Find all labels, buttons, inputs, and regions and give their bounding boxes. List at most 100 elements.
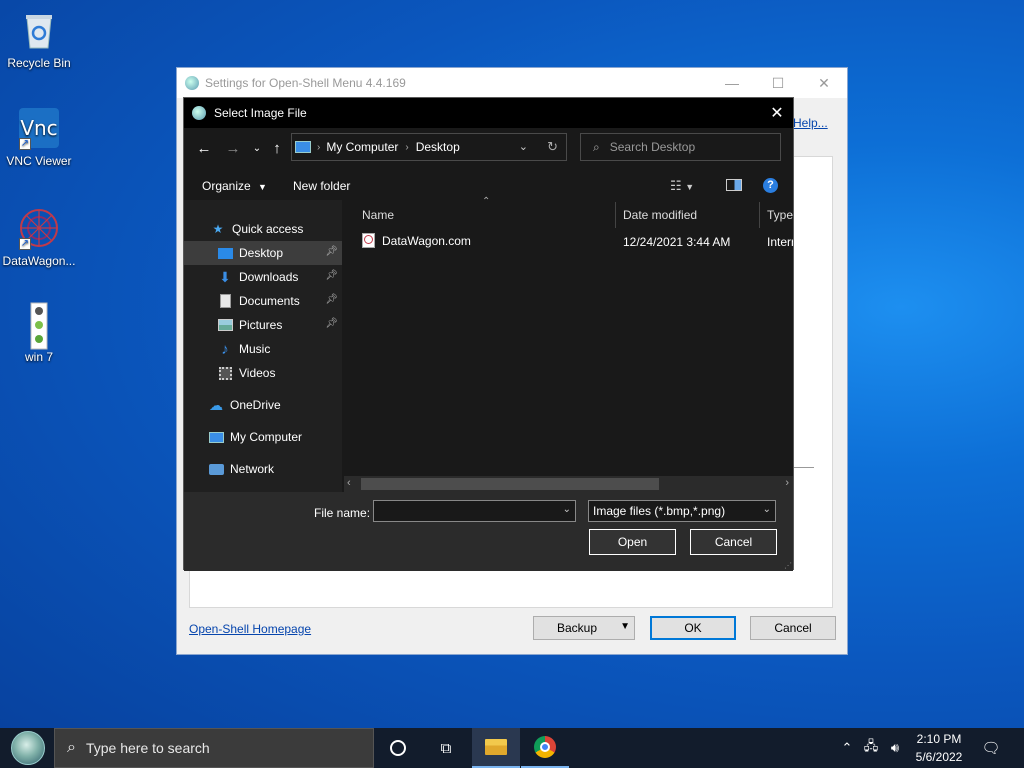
breadcrumb-desktop[interactable]: Desktop (416, 140, 460, 154)
clock-time: 2:10 PM (916, 732, 962, 746)
download-arrow-icon: ⬇ (219, 268, 231, 285)
help-link[interactable]: Help... (793, 116, 828, 130)
file-row[interactable]: DataWagon.com 12/24/2021 3:44 AM Interr (344, 230, 793, 252)
close-button[interactable]: ✕ (801, 68, 847, 98)
desktop-icon-recycle-bin[interactable]: Recycle Bin (1, 8, 77, 70)
search-icon: ⌕ (593, 139, 600, 154)
nav-item-documents[interactable]: Documents 📌︎ (184, 289, 342, 313)
resize-grip-icon[interactable]: ⋰ (784, 561, 792, 570)
nav-label: Videos (239, 366, 276, 380)
chrome-icon[interactable] (521, 728, 569, 768)
scroll-right-icon[interactable]: › (785, 477, 789, 489)
cortana-icon[interactable] (374, 728, 422, 768)
music-note-icon: ♪ (221, 340, 229, 358)
settings-titlebar[interactable]: Settings for Open-Shell Menu 4.4.169 — ☐… (177, 68, 847, 98)
search-box[interactable]: ⌕ Search Desktop (580, 133, 781, 161)
shortcut-arrow-icon: ↗ (19, 138, 31, 150)
column-divider[interactable] (759, 202, 760, 228)
nav-network[interactable]: Network (184, 457, 342, 481)
address-bar[interactable]: › My Computer › Desktop ⌄ ↻ (291, 133, 567, 161)
chevron-down-icon: ⌄ (562, 504, 571, 515)
column-header-type[interactable]: Type (767, 208, 793, 222)
minimize-button[interactable]: — (709, 68, 755, 98)
dialog-bottom-panel: File name: ⌄ Image files (*.bmp,*.png) ⌄… (184, 492, 793, 571)
open-shell-icon (192, 106, 206, 120)
ok-button[interactable]: OK (650, 616, 736, 640)
preview-pane-icon[interactable] (726, 179, 742, 191)
vnc-viewer-icon: Vnc ↗ (17, 106, 61, 150)
nav-item-pictures[interactable]: Pictures 📌︎ (184, 313, 342, 337)
pin-icon: 📌︎ (325, 318, 338, 329)
file-list-pane: ⌃ Name Date modified Type DataWagon.com … (344, 196, 793, 492)
dialog-main-area: ★ Quick access Desktop 📌︎ ⬇ Downloads 📌︎… (184, 196, 793, 492)
taskbar-search-box[interactable]: ⌕ Type here to search (54, 728, 374, 768)
star-icon: ★ (212, 222, 224, 236)
file-type-filter-select[interactable]: Image files (*.bmp,*.png) ⌄ (588, 500, 776, 522)
refresh-icon[interactable]: ↻ (547, 139, 558, 155)
back-arrow-icon[interactable]: ← (194, 138, 214, 158)
tray-chevron-up-icon[interactable]: ⌃ (838, 728, 856, 768)
open-shell-homepage-link[interactable]: Open-Shell Homepage (189, 622, 311, 636)
settings-cancel-button-label: Cancel (774, 621, 812, 635)
nav-item-music[interactable]: ♪ Music (184, 337, 342, 361)
help-icon[interactable]: ? (763, 178, 778, 193)
internet-shortcut-icon (362, 233, 375, 248)
backup-button[interactable]: Backup ▼ (533, 616, 635, 640)
taskbar-clock[interactable]: 2:10 PM 5/6/2022 (906, 730, 972, 766)
search-icon: ⌕ (67, 739, 76, 756)
breadcrumb-my-computer[interactable]: My Computer (326, 140, 398, 154)
nav-quick-access[interactable]: ★ Quick access (184, 217, 342, 241)
nav-label: Music (239, 342, 271, 356)
nav-my-computer[interactable]: My Computer (184, 425, 342, 449)
column-divider[interactable] (615, 202, 616, 228)
forward-arrow-icon[interactable]: → (223, 138, 243, 158)
volume-icon[interactable]: 🔊︎ (884, 728, 906, 768)
backup-button-label: Backup (556, 621, 598, 635)
desktop-icon-vnc-viewer[interactable]: Vnc ↗ VNC Viewer (1, 106, 77, 168)
recent-locations-chevron-icon[interactable]: ⌄ (247, 138, 267, 158)
desktop-folder-icon (217, 245, 233, 261)
scrollbar-thumb[interactable] (361, 478, 659, 490)
nav-label: Pictures (239, 318, 283, 332)
column-header-name[interactable]: Name (362, 208, 394, 222)
file-date: 12/24/2021 3:44 AM (623, 235, 731, 249)
file-type-filter-value: Image files (*.bmp,*.png) (593, 504, 726, 518)
dialog-close-button[interactable]: ✕ (761, 98, 793, 128)
notifications-icon[interactable]: 🗨︎ (978, 728, 1004, 768)
scroll-left-icon[interactable]: ‹ (347, 477, 351, 489)
new-folder-button[interactable]: New folder (293, 179, 350, 193)
select-image-dialog: Select Image File ✕ ← → ⌄ ↑ › My Compute… (183, 97, 794, 571)
dialog-titlebar[interactable]: Select Image File ✕ (184, 98, 793, 128)
cloud-icon: ☁ (209, 396, 223, 413)
organize-button[interactable]: Organize ▼ (202, 179, 267, 193)
file-name-input[interactable]: ⌄ (373, 500, 576, 522)
chevron-down-icon: ▼ (258, 182, 267, 192)
svg-text:Vnc: Vnc (20, 116, 57, 140)
up-arrow-icon[interactable]: ↑ (267, 138, 287, 158)
address-dropdown-icon[interactable]: ⌄ (519, 140, 528, 153)
search-placeholder: Search Desktop (609, 140, 696, 154)
start-button[interactable] (3, 728, 53, 768)
file-explorer-icon[interactable] (472, 728, 520, 768)
nav-label: Documents (239, 294, 300, 308)
maximize-button[interactable]: ☐ (755, 68, 801, 98)
view-options-icon[interactable]: ☷ ▼ (670, 178, 694, 194)
open-shell-icon (185, 76, 199, 90)
nav-item-desktop[interactable]: Desktop 📌︎ (184, 241, 342, 265)
task-view-icon[interactable]: ⧉ (422, 728, 470, 768)
network-icon[interactable]: 🖧︎ (860, 728, 882, 768)
nav-item-videos[interactable]: Videos (184, 361, 342, 385)
desktop-icon-win7[interactable]: win 7 (1, 302, 77, 364)
computer-icon (208, 429, 224, 445)
desktop-icon-label: Recycle Bin (7, 56, 71, 70)
horizontal-scrollbar[interactable]: ‹ › (344, 476, 793, 492)
nav-item-downloads[interactable]: ⬇ Downloads 📌︎ (184, 265, 342, 289)
breadcrumb-separator-icon: › (405, 141, 409, 153)
column-header-date[interactable]: Date modified (623, 208, 697, 222)
shortcut-arrow-icon: ↗ (19, 238, 31, 250)
nav-onedrive[interactable]: ☁ OneDrive (184, 393, 342, 417)
desktop-icon-datawagon[interactable]: ↗ DataWagon... (1, 206, 77, 268)
dialog-cancel-button[interactable]: Cancel (690, 529, 777, 555)
open-button[interactable]: Open (589, 529, 676, 555)
settings-cancel-button[interactable]: Cancel (750, 616, 836, 640)
